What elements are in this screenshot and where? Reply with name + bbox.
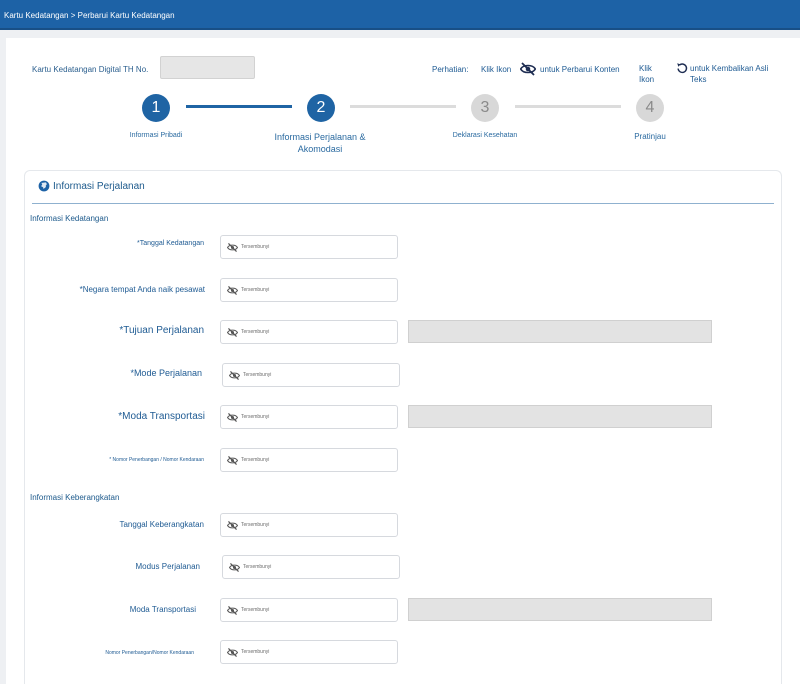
- step-2-label: Informasi Perjalanan & Akomodasi: [274, 132, 366, 154]
- arrival-date-label: *Tanggal Kedatangan: [137, 240, 204, 247]
- boarding-country-field[interactable]: Tersembunyi: [220, 278, 398, 302]
- departure-group-title: Informasi Keberangkatan: [30, 493, 120, 502]
- hidden-value: Tersembunyi: [241, 414, 270, 420]
- hidden-value: Tersembunyi: [241, 457, 270, 463]
- travel-purpose-extra-field: [408, 320, 712, 343]
- departure-flight-number-field[interactable]: Tersembunyi: [220, 640, 398, 664]
- flight-number-label: * Nomor Penerbangan / Nomor Kendaraan: [109, 457, 204, 463]
- departure-transport-extra-field: [408, 598, 712, 621]
- transport-mode-field[interactable]: Tersembunyi: [220, 405, 398, 429]
- eye-slash-icon[interactable]: [229, 562, 240, 572]
- hidden-value: Tersembunyi: [241, 287, 270, 293]
- hidden-value: Tersembunyi: [241, 649, 270, 655]
- arrival-group-title: Informasi Kedatangan: [30, 214, 109, 223]
- notice-restore-text: untuk Kembalikan Asli Teks: [690, 64, 769, 84]
- notice-click-icon-2: Klik Ikon: [639, 64, 655, 84]
- step-2-circle[interactable]: 2: [307, 94, 335, 122]
- transport-mode-extra-field: [408, 405, 712, 428]
- breadcrumb: Kartu Kedatangan > Perbarui Kartu Kedata…: [4, 11, 175, 20]
- step-1-circle[interactable]: 1: [142, 94, 170, 122]
- departure-date-label: Tanggal Keberangkatan: [119, 520, 204, 529]
- eye-slash-icon[interactable]: [227, 327, 238, 337]
- arrival-date-field[interactable]: Tersembunyi: [220, 235, 398, 259]
- departure-transport-mode-label: Moda Transportasi: [129, 605, 196, 614]
- eye-slash-icon[interactable]: [227, 455, 238, 465]
- step-3-circle[interactable]: 3: [471, 94, 499, 122]
- eye-slash-icon[interactable]: [227, 242, 238, 252]
- flight-number-field[interactable]: Tersembunyi: [220, 448, 398, 472]
- departure-travel-mode-field[interactable]: Tersembunyi: [222, 555, 400, 579]
- travel-purpose-label: *Tujuan Perjalanan: [119, 325, 204, 336]
- step-3-label: Deklarasi Kesehatan: [452, 132, 518, 139]
- stepper-connector-2: [350, 105, 456, 108]
- hidden-value: Tersembunyi: [241, 244, 270, 250]
- eye-slash-icon[interactable]: [227, 605, 238, 615]
- eye-slash-icon: [520, 62, 536, 76]
- departure-travel-mode-label: Modus Perjalanan: [135, 562, 200, 571]
- travel-mode-label: *Mode Perjalanan: [130, 368, 202, 378]
- notice-update-text: untuk Perbarui Konten: [540, 65, 620, 74]
- departure-date-field[interactable]: Tersembunyi: [220, 513, 398, 537]
- hidden-value: Tersembunyi: [241, 522, 270, 528]
- step-1-label: Informasi Pribadi: [129, 132, 183, 139]
- boarding-country-label: *Negara tempat Anda naik pesawat: [79, 285, 205, 294]
- eye-slash-icon[interactable]: [229, 370, 240, 380]
- eye-slash-icon[interactable]: [227, 647, 238, 657]
- hidden-value: Tersembunyi: [243, 372, 272, 378]
- hidden-value: Tersembunyi: [241, 607, 270, 613]
- hidden-value: Tersembunyi: [241, 329, 270, 335]
- arrival-card-number-label: Kartu Kedatangan Digital TH No.: [32, 65, 149, 74]
- eye-slash-icon[interactable]: [227, 285, 238, 295]
- notice-label: Perhatian:: [432, 65, 469, 74]
- top-bar: Kartu Kedatangan > Perbarui Kartu Kedata…: [0, 0, 800, 30]
- step-4-circle[interactable]: 4: [636, 94, 664, 122]
- globe-icon: [38, 180, 50, 192]
- hidden-value: Tersembunyi: [243, 564, 272, 570]
- travel-mode-field[interactable]: Tersembunyi: [222, 363, 400, 387]
- notice-click-icon-1: Klik Ikon: [481, 65, 512, 74]
- step-4-label: Pratinjau: [634, 132, 666, 141]
- departure-flight-number-label: Nomor Penerbangan/Nomor Kendaraan: [105, 650, 194, 656]
- travel-purpose-field[interactable]: Tersembunyi: [220, 320, 398, 344]
- undo-icon: [676, 62, 688, 74]
- departure-transport-mode-field[interactable]: Tersembunyi: [220, 598, 398, 622]
- transport-mode-label: *Moda Transportasi: [118, 411, 205, 422]
- stepper-connector-1: [186, 105, 292, 108]
- section-header: Informasi Perjalanan: [38, 180, 145, 192]
- section-divider: [32, 203, 774, 204]
- eye-slash-icon[interactable]: [227, 520, 238, 530]
- section-title: Informasi Perjalanan: [53, 180, 145, 192]
- arrival-card-number-field: [160, 56, 255, 79]
- eye-slash-icon[interactable]: [227, 412, 238, 422]
- stepper-connector-3: [515, 105, 621, 108]
